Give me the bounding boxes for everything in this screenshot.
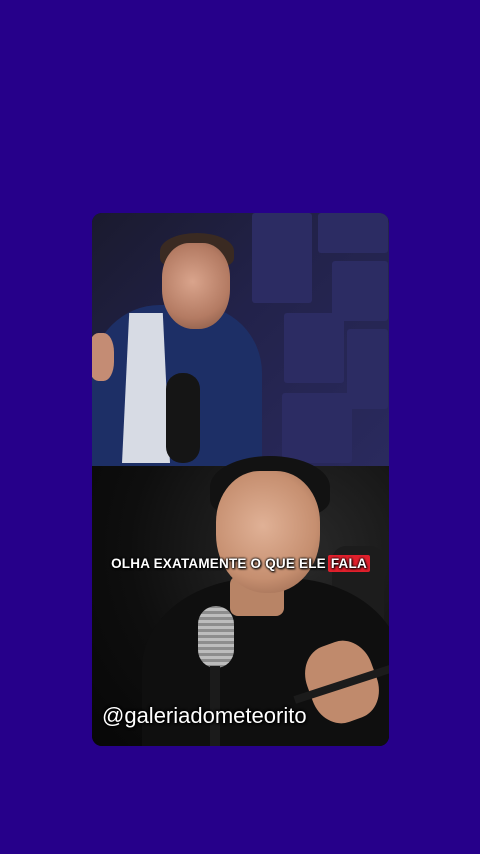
- acoustic-panel: [284, 313, 344, 383]
- acoustic-panel: [332, 261, 388, 321]
- acoustic-panel: [347, 329, 388, 409]
- speaker-hand: [92, 333, 114, 381]
- acoustic-panel: [252, 213, 312, 303]
- caption-text: OLHA EXATAMENTE O QUE ELE: [111, 556, 326, 571]
- microphone-icon: [198, 606, 234, 668]
- video-player[interactable]: OLHA EXATAMENTE O QUE ELE FALA @galeriado…: [92, 213, 389, 746]
- subtitle-caption: OLHA EXATAMENTE O QUE ELE FALA: [92, 555, 389, 572]
- acoustic-panel: [318, 213, 388, 253]
- podcast-microphone: [166, 373, 200, 463]
- speaker-face: [162, 243, 230, 329]
- speaker-shirt: [122, 313, 170, 463]
- top-video-frame: [92, 213, 389, 475]
- channel-handle-watermark: @galeriadometeorito: [102, 703, 307, 728]
- caption-highlight-word: FALA: [327, 555, 370, 572]
- reactor-face: [216, 471, 320, 593]
- acoustic-panel: [282, 393, 352, 463]
